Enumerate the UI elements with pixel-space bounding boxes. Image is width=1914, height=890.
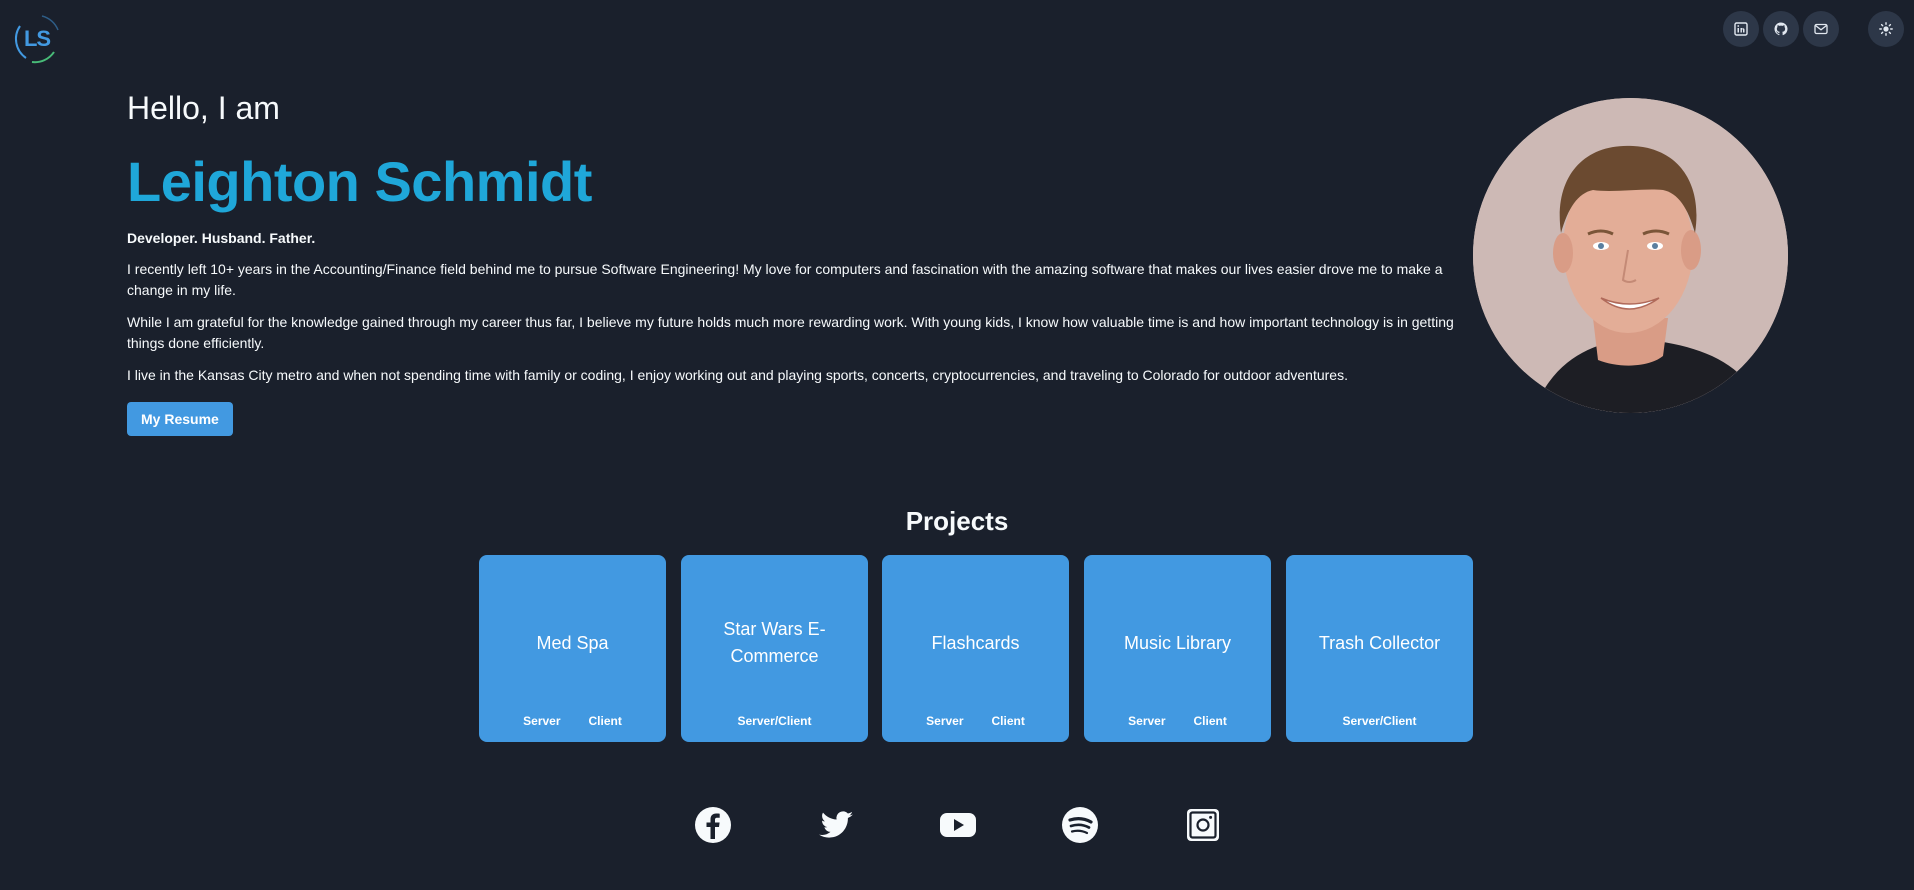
server-link[interactable]: Server bbox=[926, 714, 963, 728]
project-card-flashcards[interactable]: Flashcards Server Client bbox=[882, 555, 1069, 742]
server-link[interactable]: Server bbox=[1128, 714, 1165, 728]
spotify-icon[interactable] bbox=[1060, 805, 1100, 845]
client-link[interactable]: Client bbox=[589, 714, 622, 728]
project-title: Med Spa bbox=[536, 632, 609, 653]
hero-section: Hello, I am Leighton Schmidt Developer. … bbox=[127, 88, 1457, 436]
project-links: Server/Client bbox=[1286, 714, 1473, 728]
project-title: Music Library bbox=[1123, 632, 1232, 653]
server-link[interactable]: Server bbox=[523, 714, 560, 728]
project-links: Server Client bbox=[1084, 714, 1271, 728]
tagline: Developer. Husband. Father. bbox=[127, 230, 316, 246]
header-icons bbox=[0, 11, 1914, 47]
client-link[interactable]: Client bbox=[1194, 714, 1227, 728]
greeting: Hello, I am bbox=[127, 90, 280, 126]
project-links: Server/Client bbox=[681, 714, 868, 728]
social-links bbox=[0, 805, 1914, 845]
project-card-star-wars[interactable]: Star Wars E-Commerce Server/Client bbox=[681, 555, 868, 742]
bio-paragraph: While I am grateful for the knowledge ga… bbox=[127, 314, 1454, 351]
project-card-trash-collector[interactable]: Trash Collector Server/Client bbox=[1286, 555, 1473, 742]
projects-title: Projects bbox=[905, 506, 1009, 536]
avatar bbox=[1473, 98, 1788, 413]
project-card-med-spa[interactable]: Med Spa Server Client bbox=[479, 555, 666, 742]
bio-paragraph: I live in the Kansas City metro and when… bbox=[127, 367, 1348, 383]
page-title: Leighton Schmidt bbox=[127, 150, 592, 213]
project-title: Trash Collector bbox=[1318, 632, 1441, 653]
linkedin-icon[interactable] bbox=[1723, 11, 1759, 47]
resume-button[interactable]: My Resume bbox=[127, 402, 233, 436]
project-title: Star Wars E-Commerce bbox=[723, 619, 826, 666]
project-title: Flashcards bbox=[931, 632, 1020, 653]
facebook-icon[interactable] bbox=[693, 805, 733, 845]
projects-grid: Med Spa Server Client Star Wars E-Commer… bbox=[479, 555, 1474, 742]
bio-paragraph: I recently left 10+ years in the Account… bbox=[127, 261, 1443, 298]
profile-photo bbox=[1473, 98, 1788, 413]
page: LS Hello, I am Leighton Schmidt Develope… bbox=[0, 0, 1914, 890]
client-link[interactable]: Client bbox=[992, 714, 1025, 728]
sun-icon[interactable] bbox=[1868, 11, 1904, 47]
twitter-icon[interactable] bbox=[816, 805, 856, 845]
server-client-link[interactable]: Server/Client bbox=[737, 714, 811, 728]
project-links: Server Client bbox=[882, 714, 1069, 728]
github-icon[interactable] bbox=[1763, 11, 1799, 47]
instagram-icon[interactable] bbox=[1183, 805, 1223, 845]
mail-icon[interactable] bbox=[1803, 11, 1839, 47]
project-links: Server Client bbox=[479, 714, 666, 728]
server-client-link[interactable]: Server/Client bbox=[1342, 714, 1416, 728]
youtube-icon[interactable] bbox=[938, 805, 978, 845]
project-card-music-library[interactable]: Music Library Server Client bbox=[1084, 555, 1271, 742]
